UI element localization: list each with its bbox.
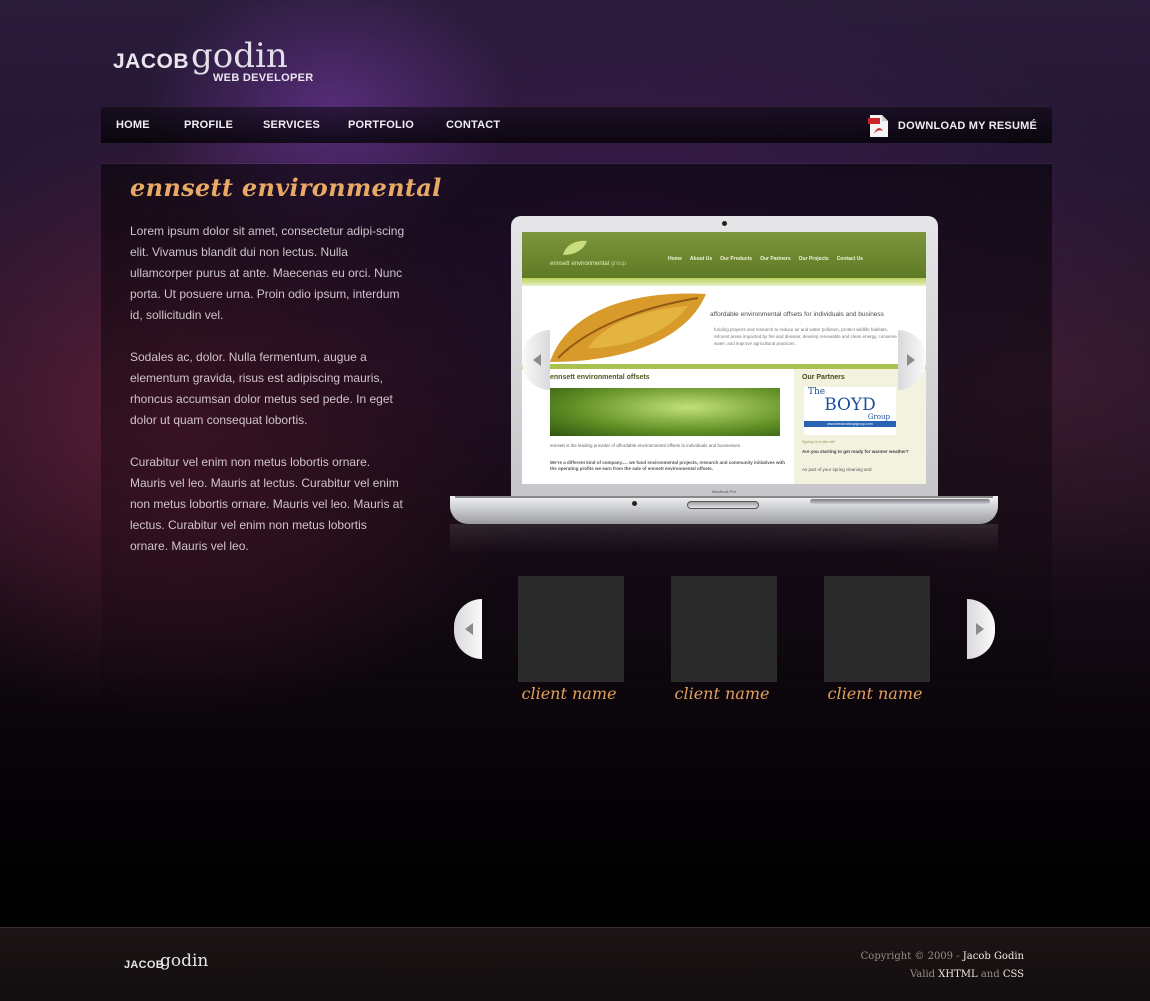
project-paragraph-1: Lorem ipsum dolor sit amet, consectetur … [130, 224, 405, 322]
and-text: and [977, 969, 1003, 980]
download-resume-button[interactable]: DOWNLOAD MY RESUMÉ [867, 115, 1037, 137]
logo-tagline: WEB DEVELOPER [213, 72, 314, 84]
nav-contact[interactable]: CONTACT [446, 119, 500, 131]
client-name-1[interactable]: client name [516, 684, 622, 703]
valid-text: Valid [910, 969, 939, 980]
copyright: Copyright © 2009 - Jacob Godin Valid XHT… [861, 948, 1024, 984]
main-nav: HOME PROFILE SERVICES PORTFOLIO CONTACT … [101, 107, 1052, 143]
preview-spring-note: Spring is in the Air! [802, 439, 836, 444]
client-name-2[interactable]: client name [669, 684, 775, 703]
preview-section-body: ennsett is the leading provider of affor… [550, 443, 742, 448]
preview-warm-note: Are you starting to get ready for warmer… [802, 449, 909, 454]
preview-section-body-2: We're a different kind of company..... w… [550, 460, 785, 471]
preview-leaf-image [550, 293, 706, 362]
client-thumbnail-2[interactable] [671, 576, 777, 682]
preview-hero: affordable environmental offsets for ind… [522, 286, 926, 364]
preview-partners-title: Our Partners [802, 374, 845, 381]
preview-hero-text: affordable environmental offsets for ind… [710, 311, 884, 318]
footer: JACOB godin Copyright © 2009 - Jacob God… [0, 927, 1150, 1001]
preview-nav: Home About Us Our Products Our Partners Our … [668, 256, 864, 262]
boyd-group-logo: The BOYD Group www.thedavidboydgroup.com [804, 387, 896, 435]
preview-hero-body: funding projects and research to reduce … [714, 327, 897, 346]
footer-logo-first: JACOB [124, 959, 165, 971]
nav-profile[interactable]: PROFILE [184, 119, 233, 131]
css-link[interactable]: CSS [1003, 969, 1024, 980]
logo-last-name: godin [191, 36, 288, 76]
client-thumbnail-3[interactable] [824, 576, 930, 682]
preview-header: ennsett environmental group Home About Us… [522, 232, 926, 278]
client-thumbnail-1[interactable] [518, 576, 624, 682]
copyright-name: Jacob Godin [962, 951, 1024, 962]
nav-services[interactable]: SERVICES [263, 119, 320, 131]
arrow-left-icon [465, 623, 473, 635]
preview-section-title: ennsett environmental offsets [550, 374, 650, 381]
laptop-brand: MacBook Pro [712, 489, 737, 494]
project-paragraph-3: Curabitur vel enim non metus lobortis or… [130, 455, 403, 553]
project-paragraph-2: Sodales ac, dolor. Nulla fermentum, augu… [130, 350, 393, 427]
copyright-text: Copyright © 2009 - [860, 951, 963, 962]
logo-first-name: JACOB [113, 50, 190, 73]
pdf-icon [867, 115, 888, 137]
laptop-reflection [450, 524, 998, 554]
xhtml-link[interactable]: XHTML [938, 969, 977, 980]
resume-label: DOWNLOAD MY RESUMÉ [897, 120, 1037, 132]
project-title: ennsett environmental [130, 173, 442, 202]
preview-site-name: ennsett environmental group [550, 261, 627, 267]
nav-home[interactable]: HOME [116, 119, 150, 131]
laptop-base: MacBook Pro [450, 489, 998, 524]
preview-part-note: As part of your spring cleaning and [802, 467, 872, 472]
project-screenshot: ennsett environmental group Home About Us… [522, 232, 926, 484]
nav-portfolio[interactable]: PORTFOLIO [348, 119, 414, 131]
client-name-3[interactable]: client name [822, 684, 928, 703]
preview-green-image [550, 388, 780, 436]
laptop-preview: ennsett environmental group Home About Us… [450, 214, 998, 554]
arrow-left-icon [533, 354, 541, 366]
footer-logo-last: godin [160, 951, 209, 971]
arrow-right-icon [907, 354, 915, 366]
leaf-icon [563, 240, 587, 255]
arrow-right-icon [976, 623, 984, 635]
